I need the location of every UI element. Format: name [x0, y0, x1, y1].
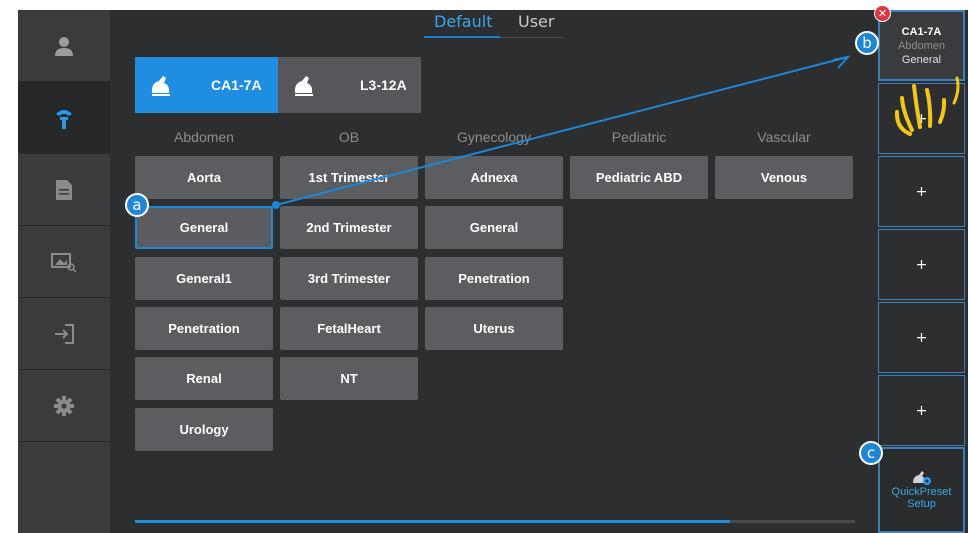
preset-abdomen-penetration[interactable]: Penetration — [135, 307, 273, 350]
callout-b: b — [855, 31, 879, 55]
preset-gyn-adnexa[interactable]: Adnexa — [425, 156, 563, 199]
probe-icon — [151, 76, 170, 96]
probe-button-ca1-7a[interactable]: CA1-7A — [135, 57, 278, 113]
preset-abdomen-aorta[interactable]: Aorta — [135, 156, 273, 199]
sidebar-item-probe[interactable] — [18, 82, 110, 154]
preset-screen: Default User CA1-7A L3-12A Abdomen OB Gy… — [18, 10, 968, 533]
quick-preset-slot-5[interactable]: + — [878, 302, 965, 373]
sidebar-item-exit[interactable] — [18, 298, 110, 370]
preset-gyn-uterus[interactable]: Uterus — [425, 307, 563, 350]
preset-abdomen-general[interactable]: General — [135, 206, 273, 249]
quick-preset-slot-6[interactable]: + — [878, 375, 965, 446]
probe-icon — [56, 109, 72, 129]
category-pediatric: Pediatric — [611, 129, 667, 145]
category-ob: OB — [338, 129, 360, 145]
callout-a: a — [125, 193, 149, 217]
quickpreset-setup-button[interactable]: QuickPreset Setup — [878, 447, 965, 533]
delete-badge-icon[interactable]: ✕ — [874, 5, 891, 22]
category-gynecology: Gynecology — [457, 129, 531, 145]
add-slot-label: + — [915, 329, 928, 346]
preset-ob-2nd-trimester[interactable]: 2nd Trimester — [280, 206, 418, 249]
category-abdomen: Abdomen — [174, 129, 234, 145]
quick-preset-slot-1[interactable]: CA1-7A Abdomen General — [878, 10, 965, 81]
preset-ob-nt[interactable]: NT — [280, 357, 418, 400]
left-sidebar — [18, 10, 110, 533]
probe-button-l3-12a[interactable]: L3-12A — [278, 57, 421, 113]
preset-ob-1st-trimester[interactable]: 1st Trimester — [280, 156, 418, 199]
add-slot-label: + — [915, 402, 928, 419]
review-icon — [51, 252, 77, 273]
horizontal-scrollbar-thumb[interactable] — [135, 520, 730, 523]
tab-user[interactable]: User — [518, 12, 554, 31]
quick-slot-preset: General — [901, 53, 942, 66]
preset-ob-3rd-trimester[interactable]: 3rd Trimester — [280, 257, 418, 300]
quick-slot-probe: CA1-7A — [901, 25, 942, 38]
exit-icon — [55, 323, 74, 344]
preset-vascular-venous[interactable]: Venous — [715, 156, 853, 199]
preset-gyn-penetration[interactable]: Penetration — [425, 257, 563, 300]
probe-label: CA1-7A — [211, 77, 262, 93]
add-slot-label: + — [915, 110, 928, 127]
probe-gear-icon — [912, 471, 931, 485]
setup-label-line2: Setup — [907, 498, 936, 510]
sidebar-item-settings[interactable] — [18, 370, 110, 442]
tab-default[interactable]: Default — [434, 12, 492, 31]
user-icon — [55, 36, 73, 56]
add-slot-label: + — [915, 183, 928, 200]
probe-label: L3-12A — [360, 77, 407, 93]
sidebar-item-review[interactable] — [18, 226, 110, 298]
gear-icon — [54, 395, 74, 416]
probe-icon — [294, 76, 313, 96]
quick-preset-slot-2[interactable]: + — [878, 83, 965, 154]
tab-active-indicator — [424, 36, 500, 38]
add-slot-label: + — [915, 256, 928, 273]
callout-c: c — [859, 441, 883, 465]
preset-abdomen-renal[interactable]: Renal — [135, 357, 273, 400]
sidebar-item-report[interactable] — [18, 154, 110, 226]
quick-slot-category: Abdomen — [897, 39, 946, 52]
preset-pediatric-abd[interactable]: Pediatric ABD — [570, 156, 708, 199]
sidebar-item-patient[interactable] — [18, 10, 110, 82]
preset-gyn-general[interactable]: General — [425, 206, 563, 249]
quick-preset-panel: CA1-7A Abdomen General + + + + + QuickPr… — [878, 10, 968, 533]
preset-ob-fetalheart[interactable]: FetalHeart — [280, 307, 418, 350]
preset-abdomen-urology[interactable]: Urology — [135, 408, 273, 451]
quick-preset-slot-4[interactable]: + — [878, 229, 965, 300]
category-vascular: Vascular — [757, 129, 811, 145]
quick-preset-slot-3[interactable]: + — [878, 156, 965, 227]
setup-label-line1: QuickPreset — [891, 486, 952, 498]
preset-abdomen-general1[interactable]: General1 — [135, 257, 273, 300]
report-icon — [56, 179, 72, 200]
